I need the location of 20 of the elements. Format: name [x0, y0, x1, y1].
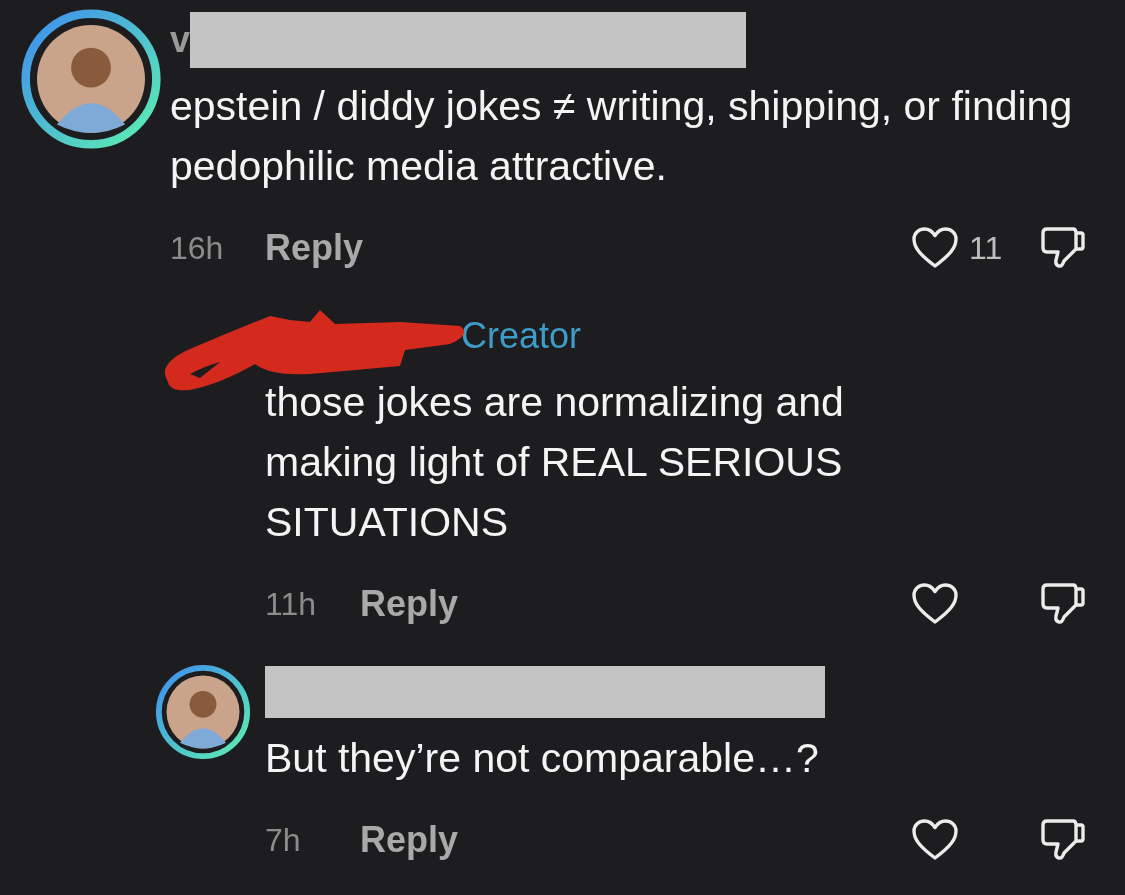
timestamp: 16h [170, 229, 225, 267]
thumbs-down-icon[interactable] [1039, 225, 1085, 271]
comment-text: But they’re not comparable…? [265, 734, 820, 783]
comment-text: those jokes are normalizing and making light of REAL SERIOUS SITUATIONS [265, 378, 845, 547]
heart-icon[interactable] [911, 582, 959, 626]
like-count: 11 [968, 229, 1004, 267]
thumbs-down-icon[interactable] [1039, 581, 1085, 627]
heart-icon[interactable] [911, 226, 959, 270]
heart-icon[interactable] [911, 818, 959, 862]
avatar[interactable] [20, 8, 162, 150]
thumbs-down-icon[interactable] [1039, 817, 1085, 863]
comment-text: epstein / diddy jokes ≠ writing, shipping, or finding pedophilic media attractive. [170, 82, 1074, 191]
timestamp: 11h [265, 585, 317, 623]
creator-label: Creator [461, 315, 582, 357]
avatar[interactable] [155, 664, 251, 760]
reply-link[interactable]: Reply [360, 583, 459, 625]
reply-link[interactable]: Reply [265, 227, 364, 269]
timestamp: 7h [265, 821, 302, 859]
reply-link[interactable]: Reply [360, 819, 459, 861]
username[interactable]: v [170, 19, 191, 61]
